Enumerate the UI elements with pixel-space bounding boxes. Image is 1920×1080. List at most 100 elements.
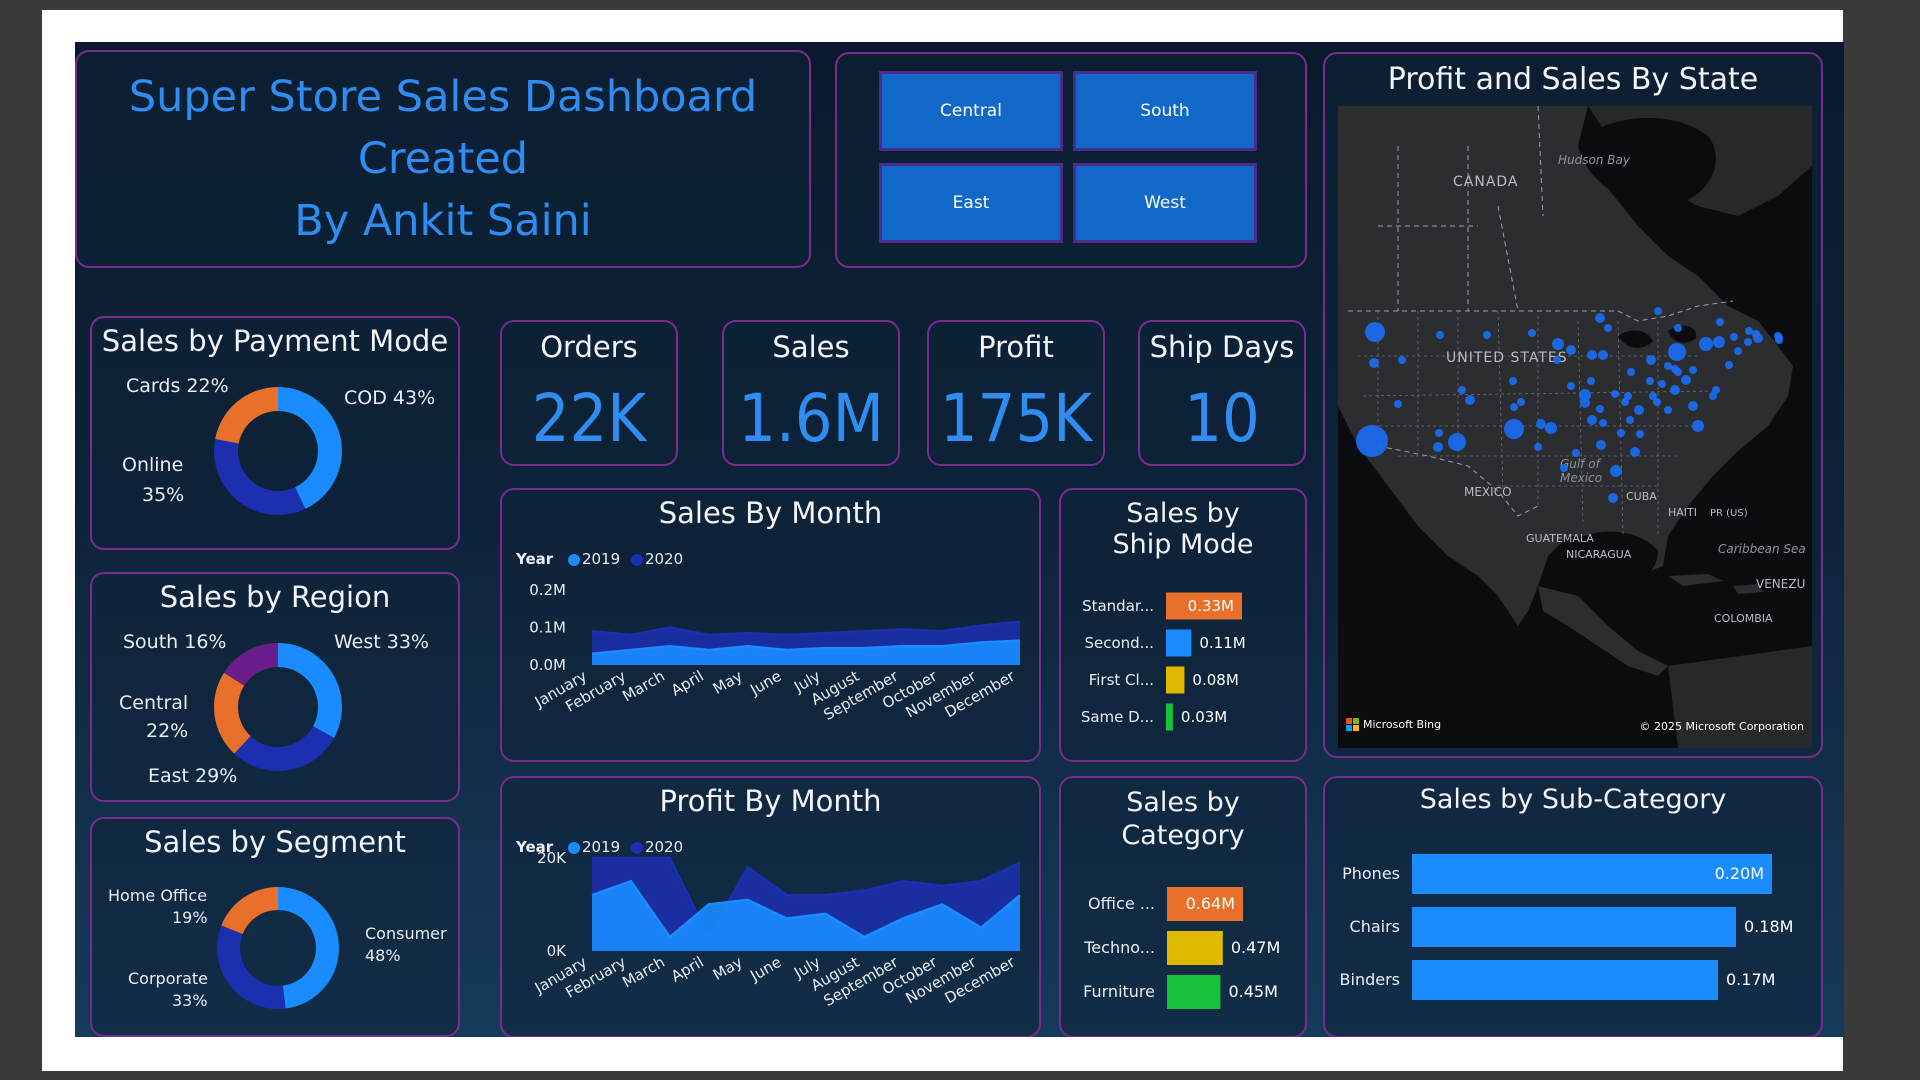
state-bubble[interactable] [1483, 331, 1491, 339]
state-bubble[interactable] [1689, 366, 1697, 374]
state-bubble[interactable] [1433, 442, 1443, 452]
state-bubble[interactable] [1553, 356, 1561, 364]
state-bubble[interactable] [1646, 355, 1656, 365]
state-bubble[interactable] [1580, 398, 1590, 408]
slicer-west-button[interactable]: West [1073, 163, 1257, 243]
state-bubble[interactable] [1636, 430, 1644, 438]
bar-chairs[interactable] [1412, 907, 1736, 947]
state-bubble[interactable] [1587, 377, 1595, 385]
state-bubble[interactable] [1566, 345, 1576, 355]
donut-slice-central[interactable] [214, 672, 251, 754]
ship-mode-bar-chart[interactable]: Standar... 0.33M Second... 0.11M First Cl...… [1061, 490, 1309, 764]
state-bubble[interactable] [1671, 365, 1679, 373]
state-bubble[interactable] [1699, 337, 1713, 351]
donut-slice-online[interactable] [214, 439, 306, 515]
slicer-east-button[interactable]: East [879, 163, 1063, 243]
state-bubble[interactable] [1604, 324, 1612, 332]
state-bubble[interactable] [1674, 324, 1682, 332]
slicer-central-button[interactable]: Central [879, 71, 1063, 151]
bar-first-cl-[interactable] [1166, 666, 1185, 694]
state-bubble[interactable] [1664, 406, 1672, 414]
subcategory-bar-chart[interactable]: Phones 0.20M Chairs 0.18M Binders 0.17M [1325, 778, 1825, 1037]
state-bubble[interactable] [1734, 347, 1742, 355]
state-bubble[interactable] [1624, 392, 1632, 400]
state-bubble[interactable] [1611, 390, 1619, 398]
state-bubble[interactable] [1534, 443, 1542, 451]
state-bubble[interactable] [1744, 338, 1752, 346]
state-bubble[interactable] [1536, 419, 1546, 429]
state-bubble[interactable] [1668, 343, 1686, 361]
state-bubble[interactable] [1664, 362, 1672, 370]
state-bubble[interactable] [1567, 382, 1575, 390]
state-bubble[interactable] [1725, 361, 1733, 369]
state-bubble[interactable] [1752, 330, 1760, 338]
state-bubble[interactable] [1356, 425, 1388, 457]
state-bubble[interactable] [1745, 327, 1753, 335]
state-bubble[interactable] [1517, 398, 1525, 406]
state-bubble[interactable] [1709, 392, 1717, 400]
x-tick-label: May [710, 953, 746, 984]
state-bubble[interactable] [1775, 336, 1783, 344]
state-bubble[interactable] [1545, 422, 1557, 434]
state-bubble[interactable] [1560, 464, 1568, 472]
state-bubble[interactable] [1626, 416, 1634, 424]
donut-slice-consumer[interactable] [278, 887, 340, 1009]
state-bubble[interactable] [1552, 338, 1564, 350]
state-map[interactable]: CANADA Hudson Bay UNITED STATES Gulf of … [1338, 106, 1812, 748]
state-bubble[interactable] [1595, 313, 1605, 323]
state-bubble[interactable] [1435, 429, 1443, 437]
state-bubble[interactable] [1572, 449, 1580, 457]
state-bubble[interactable] [1598, 350, 1608, 360]
segment-label-home-office-2: 19% [172, 908, 208, 927]
state-bubble[interactable] [1528, 329, 1536, 337]
state-bubble[interactable] [1504, 419, 1524, 439]
bar-techno-[interactable] [1167, 931, 1223, 965]
state-bubble[interactable] [1610, 465, 1622, 477]
state-bubble[interactable] [1654, 307, 1662, 315]
profit-month-area-chart[interactable]: 20K0KJanuaryFebruaryMarch April May June Jul… [502, 778, 1043, 1037]
bar-same-d-[interactable] [1166, 703, 1173, 731]
state-bubble[interactable] [1599, 419, 1607, 427]
bar-furniture[interactable] [1167, 975, 1221, 1009]
state-bubble[interactable] [1458, 386, 1466, 394]
state-bubble[interactable] [1596, 405, 1604, 413]
donut-slice-corporate[interactable] [216, 925, 286, 1009]
state-bubble[interactable] [1465, 395, 1475, 405]
state-bubble[interactable] [1509, 377, 1517, 385]
state-bubble[interactable] [1510, 403, 1518, 411]
slicer-south-button[interactable]: South [1073, 71, 1257, 151]
donut-slice-home-office[interactable] [221, 887, 278, 935]
state-bubble[interactable] [1587, 415, 1597, 425]
donut-slice-east[interactable] [234, 726, 335, 771]
state-bubble[interactable] [1681, 375, 1691, 385]
state-bubble[interactable] [1587, 350, 1597, 360]
state-bubble[interactable] [1688, 401, 1698, 411]
state-bubble[interactable] [1627, 368, 1635, 376]
state-bubble[interactable] [1634, 405, 1644, 415]
state-bubble[interactable] [1369, 358, 1379, 368]
state-bubble[interactable] [1646, 377, 1654, 385]
state-bubble[interactable] [1716, 318, 1724, 326]
map-label-hudson-bay: Hudson Bay [1558, 153, 1631, 167]
state-bubble[interactable] [1630, 447, 1640, 457]
category-bar-chart[interactable]: Office ... 0.64M Techno... 0.47M Furniture 0.… [1061, 778, 1309, 1037]
state-bubble[interactable] [1448, 433, 1466, 451]
state-bubble[interactable] [1617, 429, 1625, 437]
state-bubble[interactable] [1692, 420, 1704, 432]
state-bubble[interactable] [1653, 398, 1661, 406]
state-bubble[interactable] [1713, 336, 1725, 348]
state-bubble[interactable] [1658, 380, 1666, 388]
payment-donut-chart[interactable] [92, 318, 462, 552]
donut-slice-west[interactable] [278, 643, 342, 738]
state-bubble[interactable] [1436, 331, 1444, 339]
state-bubble[interactable] [1596, 440, 1606, 450]
state-bubble[interactable] [1670, 385, 1680, 395]
state-bubble[interactable] [1365, 322, 1385, 342]
bar-second-[interactable] [1166, 629, 1192, 657]
state-bubble[interactable] [1608, 493, 1618, 503]
state-bubble[interactable] [1398, 356, 1406, 364]
bar-binders[interactable] [1412, 960, 1718, 1000]
state-bubble[interactable] [1730, 333, 1738, 341]
state-bubble[interactable] [1394, 400, 1402, 408]
sales-month-area-chart[interactable]: 0.2M0.1M0.0MJanuaryFebruaryMarch April May… [502, 490, 1043, 764]
